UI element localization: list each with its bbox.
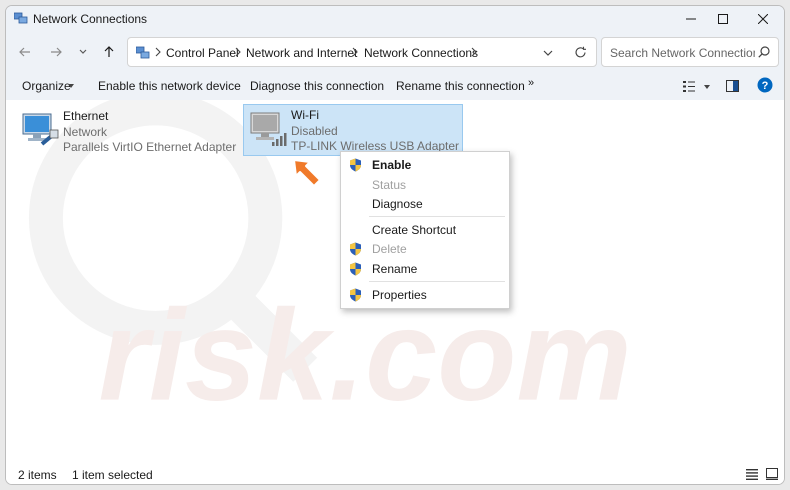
menu-item-label: Status bbox=[372, 178, 407, 192]
uac-shield-icon bbox=[350, 158, 361, 172]
close-button[interactable] bbox=[740, 6, 784, 32]
forward-button[interactable] bbox=[43, 40, 69, 64]
menu-item-label: Delete bbox=[372, 242, 407, 256]
uac-shield-icon bbox=[350, 288, 361, 302]
menu-item-label: Enable bbox=[372, 158, 412, 172]
connection-wifi[interactable]: Wi-Fi Disabled TP-LINK Wireless USB Adap… bbox=[243, 104, 463, 156]
command-bar: Organize Enable this network device Diag… bbox=[6, 72, 784, 100]
more-commands-button[interactable]: » bbox=[528, 77, 534, 89]
search-icon bbox=[758, 46, 770, 58]
arrow-right-icon bbox=[51, 47, 62, 57]
search-box[interactable] bbox=[601, 37, 779, 67]
menu-item-label: Diagnose bbox=[372, 197, 423, 211]
menu-item-delete: Delete bbox=[341, 239, 509, 259]
breadcrumb-control-panel[interactable]: Control Panel bbox=[166, 46, 239, 60]
menu-item-enable[interactable]: Enable bbox=[341, 155, 509, 175]
connection-status: Disabled bbox=[291, 124, 338, 138]
menu-item-label: Create Shortcut bbox=[372, 223, 457, 237]
pointer-arrow-wifi bbox=[293, 159, 321, 187]
organize-button[interactable]: Organize bbox=[22, 79, 71, 93]
context-menu: Enable Status Diagnose Create Shortcut D… bbox=[340, 151, 510, 309]
wifi-adapter-disabled-icon bbox=[250, 112, 287, 146]
network-connections-window: Network Connections Control Panel Networ… bbox=[5, 5, 785, 485]
change-view-icon[interactable] bbox=[683, 81, 695, 92]
connection-name: Ethernet bbox=[63, 109, 109, 123]
search-input[interactable] bbox=[610, 45, 755, 61]
connection-adapter: Parallels VirtIO Ethernet Adapter bbox=[63, 140, 237, 154]
connection-status: Network bbox=[63, 125, 108, 139]
control-panel-icon bbox=[136, 46, 150, 59]
menu-item-label: Properties bbox=[372, 288, 427, 302]
address-bar[interactable]: Control Panel Network and Internet Netwo… bbox=[127, 37, 597, 67]
menu-item-create-shortcut[interactable]: Create Shortcut bbox=[341, 220, 509, 240]
item-count: 2 items bbox=[18, 468, 57, 482]
window-title: Network Connections bbox=[33, 12, 148, 26]
uac-shield-icon bbox=[350, 242, 361, 256]
close-icon bbox=[758, 14, 768, 24]
menu-item-rename[interactable]: Rename bbox=[341, 259, 509, 279]
menu-item-label: Rename bbox=[372, 262, 418, 276]
rename-connection-button[interactable]: Rename this connection bbox=[396, 79, 525, 93]
details-view-icon[interactable] bbox=[746, 469, 758, 480]
uac-shield-icon bbox=[350, 262, 361, 276]
diagnose-connection-button[interactable]: Diagnose this connection bbox=[250, 79, 384, 93]
address-history-chevron-icon[interactable] bbox=[543, 48, 553, 58]
preview-pane-icon[interactable] bbox=[726, 80, 739, 92]
chevron-right-icon bbox=[155, 47, 161, 57]
recent-locations-button[interactable] bbox=[70, 40, 96, 64]
help-icon[interactable]: ? bbox=[757, 77, 773, 93]
chevron-right-icon bbox=[471, 47, 477, 57]
enable-device-button[interactable]: Enable this network device bbox=[98, 79, 241, 93]
status-bar: 2 items 1 item selected bbox=[6, 462, 784, 484]
organize-dropdown-icon bbox=[68, 84, 74, 88]
back-button[interactable] bbox=[12, 40, 38, 64]
menu-item-status: Status bbox=[341, 175, 509, 195]
chevron-right-icon bbox=[352, 47, 358, 57]
breadcrumb-network-and-internet[interactable]: Network and Internet bbox=[246, 46, 357, 60]
menu-item-diagnose[interactable]: Diagnose bbox=[341, 194, 509, 214]
ethernet-adapter-icon bbox=[22, 113, 59, 146]
selection-count: 1 item selected bbox=[72, 468, 153, 482]
arrow-left-icon bbox=[19, 47, 30, 57]
connection-name: Wi-Fi bbox=[291, 108, 319, 122]
maximize-icon bbox=[718, 14, 728, 24]
chevron-right-icon bbox=[235, 47, 241, 57]
chevron-down-icon bbox=[79, 49, 87, 54]
menu-item-properties[interactable]: Properties bbox=[341, 285, 509, 305]
up-button[interactable] bbox=[96, 40, 122, 64]
large-icons-view-icon[interactable] bbox=[766, 468, 778, 480]
refresh-icon[interactable] bbox=[574, 46, 587, 59]
connection-ethernet[interactable]: Ethernet Network Parallels VirtIO Ethern… bbox=[16, 106, 236, 156]
navigation-bar: Control Panel Network and Internet Netwo… bbox=[6, 32, 784, 72]
breadcrumb-network-connections[interactable]: Network Connections bbox=[364, 46, 478, 60]
menu-separator bbox=[369, 216, 505, 217]
network-connections-icon bbox=[14, 12, 28, 24]
minimize-icon bbox=[686, 18, 696, 20]
svg-text:?: ? bbox=[762, 80, 769, 92]
view-dropdown-icon[interactable] bbox=[704, 85, 710, 89]
title-bar: Network Connections bbox=[6, 6, 784, 32]
menu-separator bbox=[369, 281, 505, 282]
arrow-up-icon bbox=[104, 46, 114, 57]
